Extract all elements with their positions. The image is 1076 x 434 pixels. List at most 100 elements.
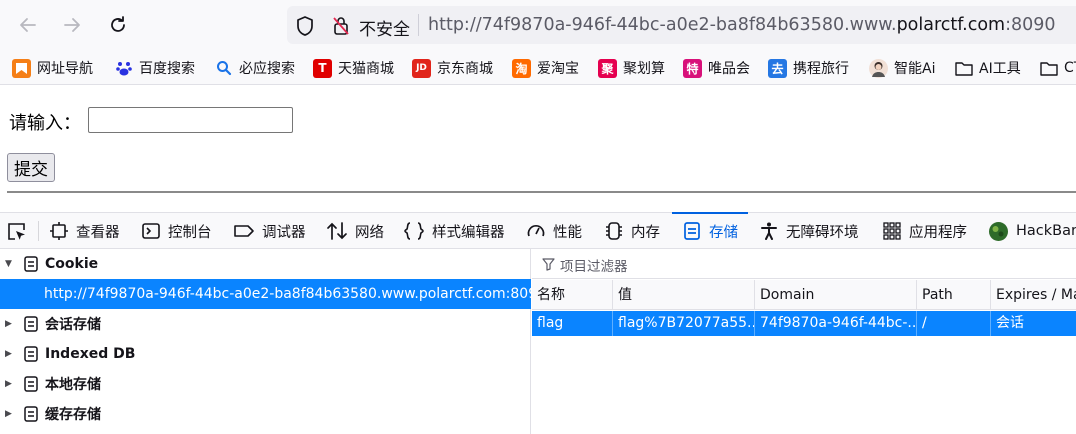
reload-button[interactable] (103, 10, 133, 40)
storage-icon (24, 316, 38, 332)
tree-item-local-storage[interactable]: ▶ 本地存储 (0, 369, 531, 399)
table-row[interactable]: flag flag%7B72077a55... 74f9870a-946f-44… (532, 311, 1076, 336)
bookmark-label: 必应搜索 (239, 61, 295, 77)
column-header-value[interactable]: 值 (613, 280, 755, 310)
storage-icon (24, 256, 38, 272)
tab-label: 存储 (709, 224, 738, 241)
bookmark-bing[interactable]: 必应搜索 (214, 57, 295, 79)
tree-label: 缓存存储 (45, 407, 101, 423)
forward-button[interactable] (57, 10, 87, 40)
filter-icon (542, 258, 555, 271)
tree-label: http://74f9870a-946f-44bc-a0e2-ba8f84b63… (44, 286, 547, 302)
tree-item-indexeddb[interactable]: ▶ Indexed DB (0, 339, 531, 369)
url-port: :8090 (1005, 15, 1056, 35)
tab-inspector[interactable]: 查看器 (49, 213, 120, 249)
column-header-name[interactable]: 名称 (532, 280, 613, 310)
column-header-path[interactable]: Path (917, 280, 991, 310)
navigation-toolbar: 不安全 http://74f9870a-946f-44bc-a0e2-ba8f8… (0, 0, 1076, 50)
forward-arrow-icon (64, 18, 80, 32)
filter-input[interactable]: 项目过滤器 (560, 255, 628, 275)
bookmarks-toolbar: 网址导航 百度搜索 必应搜索 T 天猫商城 JD 京东商城 淘爱淘宝 聚聚划算 特唯… (0, 50, 1076, 85)
tree-item-cookie[interactable]: ▼ Cookie (0, 249, 531, 279)
vip-icon: 特 (683, 58, 702, 78)
hackbar-icon (989, 221, 1008, 241)
url-divider (418, 14, 419, 36)
table-header: 名称 值 Domain Path Expires / Ma (532, 280, 1076, 310)
bookmark-ctrip[interactable]: 去携程旅行 (768, 57, 849, 79)
cell-value: flag%7B72077a55... (613, 311, 755, 336)
bookmark-juhuasuan[interactable]: 聚聚划算 (598, 57, 665, 79)
tab-label: 性能 (553, 224, 582, 241)
tab-console[interactable]: 控制台 (141, 213, 212, 249)
application-icon (883, 222, 901, 240)
bookmark-label: 唯品会 (708, 61, 750, 77)
collapsed-arrow-icon[interactable]: ▶ (5, 319, 15, 329)
tmall-icon: T (313, 58, 332, 78)
console-icon (142, 223, 160, 239)
bookmark-label: 爱淘宝 (537, 61, 579, 77)
bookmark-ai[interactable]: 智能Ai (869, 57, 935, 79)
bookmark-label: 天猫商城 (338, 61, 394, 77)
tab-label: 调试器 (262, 224, 306, 241)
taobao-icon: 淘 (512, 58, 531, 78)
storage-icon (24, 346, 38, 362)
bookmark-label: 网址导航 (37, 61, 93, 77)
tree-item-cookie-host[interactable]: http://74f9870a-946f-44bc-a0e2-ba8f84b63… (0, 279, 546, 309)
bookmark-baidu[interactable]: 百度搜索 (114, 57, 195, 79)
url-prefix: http://74f9870a-946f-44bc-a0e2-ba8f84b63… (428, 15, 897, 35)
tab-accessibility[interactable]: 无障碍环境 (759, 213, 859, 249)
bookmark-folder-ct[interactable]: CT (1039, 57, 1076, 79)
element-picker-icon[interactable] (6, 221, 28, 243)
bookmark-folder-ai-tools[interactable]: AI工具 (954, 57, 1021, 79)
bookmark-tmall[interactable]: T 天猫商城 (313, 57, 394, 79)
bookmark-navigation[interactable]: 网址导航 (12, 57, 93, 79)
juhuasuan-icon: 聚 (598, 58, 617, 78)
tracking-protection-shield-icon[interactable] (295, 15, 315, 37)
insecure-lock-icon[interactable] (332, 16, 350, 36)
tab-debugger[interactable]: 调试器 (233, 213, 306, 249)
tab-style-editor[interactable]: 样式编辑器 (403, 213, 505, 249)
tab-storage[interactable]: 存储 (672, 212, 748, 249)
url-text[interactable]: http://74f9870a-946f-44bc-a0e2-ba8f84b63… (428, 15, 1056, 35)
filter-bar: 项目过滤器 (532, 249, 1076, 279)
column-header-expires[interactable]: Expires / Ma (991, 280, 1076, 310)
baidu-paw-icon (114, 59, 133, 78)
tree-label: 本地存储 (45, 377, 101, 393)
tab-label: 控制台 (168, 224, 212, 241)
tree-label: 会话存储 (45, 317, 101, 333)
tab-label: 查看器 (76, 224, 120, 241)
tree-item-session-storage[interactable]: ▶ 会话存储 (0, 309, 531, 339)
ai-avatar-icon (869, 58, 888, 78)
toolbar-divider (38, 221, 39, 241)
column-header-domain[interactable]: Domain (755, 280, 917, 310)
inspector-icon (50, 222, 68, 240)
accessibility-icon (761, 222, 777, 240)
cell-name: flag (532, 311, 613, 336)
expanded-arrow-icon[interactable]: ▼ (5, 259, 15, 269)
tab-label: 内存 (631, 224, 660, 241)
tab-hackbar[interactable]: HackBar (988, 213, 1076, 249)
url-domain: polarctf.com (896, 15, 1006, 35)
submit-button[interactable]: 提交 (7, 153, 55, 182)
tree-item-cache-storage[interactable]: ▶ 缓存存储 (0, 399, 531, 429)
bookmark-label: 京东商城 (437, 61, 493, 77)
cookie-table-body: flag flag%7B72077a55... 74f9870a-946f-44… (532, 311, 1076, 434)
tab-label: 样式编辑器 (432, 224, 505, 241)
bookmark-jd[interactable]: JD 京东商城 (412, 57, 493, 79)
collapsed-arrow-icon[interactable]: ▶ (5, 379, 15, 389)
bookmark-taobao[interactable]: 淘爱淘宝 (512, 57, 579, 79)
bookmark-vip[interactable]: 特唯品会 (683, 57, 750, 79)
collapsed-arrow-icon[interactable]: ▶ (5, 349, 15, 359)
back-button[interactable] (13, 10, 43, 40)
tab-memory[interactable]: 内存 (604, 213, 660, 249)
cell-path: / (917, 311, 991, 336)
insecure-connection-label[interactable]: 不安全 (359, 15, 410, 40)
text-input[interactable] (88, 107, 293, 133)
tab-performance[interactable]: 性能 (526, 213, 582, 249)
horizontal-rule (7, 191, 1076, 193)
tab-network[interactable]: 网络 (326, 213, 384, 249)
collapsed-arrow-icon[interactable]: ▶ (5, 409, 15, 419)
url-bar[interactable]: 不安全 http://74f9870a-946f-44bc-a0e2-ba8f8… (287, 6, 1076, 44)
tab-application[interactable]: 应用程序 (882, 213, 967, 249)
folder-icon (954, 59, 973, 78)
